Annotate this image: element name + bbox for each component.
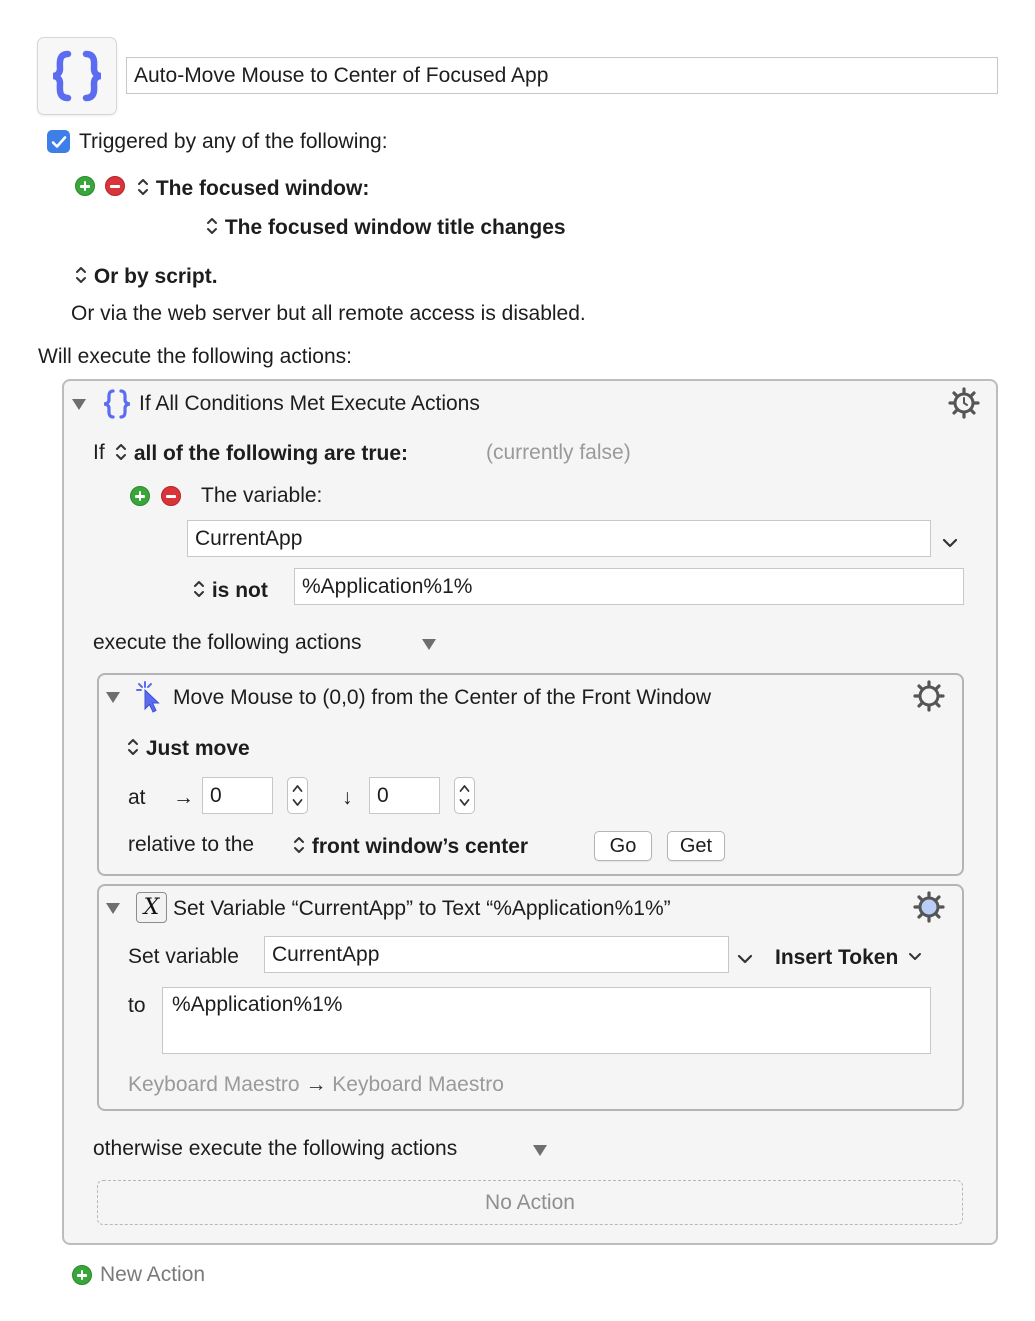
set-variable-text-area[interactable]: %Application%1% — [162, 987, 931, 1054]
then-actions-label: execute the following actions — [93, 631, 362, 654]
condition-value-field[interactable]: %Application%1% — [294, 568, 964, 605]
remove-trigger-icon[interactable] — [105, 176, 125, 196]
updown-chevron-icon — [116, 444, 126, 460]
if-label: If — [93, 441, 105, 464]
relative-to-label: front window’s center — [311, 835, 529, 858]
updown-chevron-icon — [207, 218, 217, 234]
macro-name-field[interactable]: Auto-Move Mouse to Center of Focused App — [126, 57, 998, 94]
condition-operator-label: is not — [211, 579, 268, 602]
gear-icon-svg — [913, 891, 945, 923]
condition-value-text: %Application%1% — [302, 574, 473, 598]
source-app-label: Keyboard Maestro — [128, 1073, 300, 1096]
chevron-down-icon — [909, 953, 922, 960]
down-arrow-icon: ↓ — [342, 786, 353, 809]
right-arrow-icon: → — [173, 786, 194, 809]
updown-chevron-icon — [138, 179, 148, 195]
macro-icon-well[interactable] — [37, 37, 117, 115]
no-action-label: No Action — [485, 1190, 575, 1214]
triggers-label: Triggered by any of the following: — [79, 130, 388, 153]
gear-icon-svg — [913, 680, 945, 712]
updown-chevron-icon — [194, 581, 204, 597]
get-button[interactable]: Get — [667, 831, 725, 861]
collapse-triangle-icon[interactable] — [106, 903, 120, 914]
set-variable-name-field[interactable]: CurrentApp — [264, 936, 729, 973]
y-offset-text: 0 — [377, 783, 389, 807]
set-variable-title: Set Variable “CurrentApp” to Text “%Appl… — [173, 897, 671, 920]
remove-condition-icon[interactable] — [161, 486, 181, 506]
variable-menu-chevron-icon[interactable] — [941, 532, 959, 556]
if-action-icon — [101, 387, 133, 427]
curly-braces-icon — [52, 50, 102, 102]
condition-variable-field[interactable]: CurrentApp — [187, 520, 931, 557]
if-action-title: If All Conditions Met Execute Actions — [139, 392, 480, 415]
add-trigger-icon[interactable] — [75, 176, 95, 196]
set-variable-text: %Application%1% — [172, 993, 343, 1016]
gear-icon-svg — [948, 387, 980, 419]
updown-chevron-icon — [294, 837, 304, 853]
variable-x-icon: X — [136, 892, 167, 923]
updown-chevron-icon — [76, 267, 86, 283]
x-offset-text: 0 — [210, 783, 222, 807]
move-mode-popup[interactable]: Just move — [126, 736, 250, 761]
condition-type-label: The variable: — [201, 484, 323, 507]
new-action-add-icon[interactable] — [72, 1265, 92, 1285]
actions-header: Will execute the following actions: — [38, 345, 352, 368]
right-arrow-icon: → — [305, 1073, 327, 1096]
macro-name-text: Auto-Move Mouse to Center of Focused App — [134, 63, 549, 87]
condition-variable-text: CurrentApp — [195, 526, 303, 550]
updown-chevron-icon — [128, 739, 138, 755]
go-button[interactable]: Go — [594, 831, 652, 861]
mouse-cursor-icon — [134, 680, 164, 720]
insert-token-label: Insert Token — [775, 946, 899, 969]
at-label: at — [128, 786, 146, 809]
target-app-label: Keyboard Maestro — [332, 1073, 504, 1096]
then-actions-menu-icon[interactable] — [422, 639, 436, 650]
condition-mode-label: all of the following are true: — [133, 442, 409, 465]
collapse-triangle-icon[interactable] — [106, 692, 120, 703]
collapse-triangle-icon[interactable] — [72, 399, 86, 410]
to-label: to — [128, 994, 146, 1017]
condition-mode-popup[interactable]: all of the following are true: — [114, 441, 408, 466]
insert-token-menu[interactable]: Insert Token — [775, 946, 923, 970]
x-offset-field[interactable]: 0 — [202, 777, 273, 814]
gear-icon[interactable] — [912, 679, 946, 719]
no-action-placeholder[interactable]: No Action — [97, 1180, 963, 1225]
condition-operator-popup[interactable]: is not — [192, 578, 268, 603]
or-by-script-popup[interactable]: Or by script. — [74, 264, 218, 289]
curly-braces-icon — [103, 389, 131, 419]
relative-to-popup[interactable]: front window’s center — [292, 834, 528, 859]
relative-label: relative to the — [128, 833, 255, 856]
or-by-script-label: Or by script. — [93, 265, 218, 288]
stepper-arrows-icon — [292, 785, 303, 806]
trigger-condition-label: The focused window title changes — [224, 216, 566, 239]
new-action-button[interactable]: New Action — [100, 1263, 205, 1287]
web-server-note: Or via the web server but all remote acc… — [71, 302, 586, 325]
variable-menu-chevron-icon[interactable] — [736, 948, 754, 972]
otherwise-actions-menu-icon[interactable] — [533, 1145, 547, 1156]
trigger-type-label: The focused window: — [155, 177, 370, 200]
trigger-type-popup[interactable]: The focused window: — [136, 176, 369, 201]
y-offset-stepper[interactable] — [454, 777, 475, 814]
triggers-enabled-checkbox[interactable] — [47, 130, 70, 153]
app-source-line: Keyboard Maestro → Keyboard Maestro — [128, 1073, 504, 1097]
x-offset-stepper[interactable] — [287, 777, 308, 814]
y-offset-field[interactable]: 0 — [369, 777, 440, 814]
set-variable-name-text: CurrentApp — [272, 942, 380, 966]
move-mouse-title: Move Mouse to (0,0) from the Center of t… — [173, 686, 712, 709]
gear-icon[interactable] — [912, 890, 946, 930]
set-variable-label: Set variable — [128, 945, 239, 968]
gear-icon[interactable] — [947, 386, 981, 426]
condition-status: (currently false) — [486, 441, 631, 464]
otherwise-actions-label: otherwise execute the following actions — [93, 1137, 458, 1160]
add-condition-icon[interactable] — [130, 486, 150, 506]
checkmark-icon — [51, 135, 66, 148]
move-mode-label: Just move — [145, 737, 250, 760]
trigger-condition-popup[interactable]: The focused window title changes — [205, 215, 566, 240]
stepper-arrows-icon — [459, 785, 470, 806]
